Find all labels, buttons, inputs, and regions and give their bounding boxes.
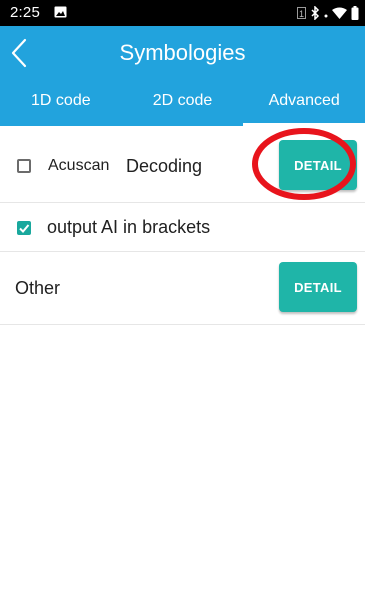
- acuscan-checkbox[interactable]: [17, 159, 31, 173]
- other-label: Other: [15, 278, 61, 298]
- signal-dot-icon: [324, 14, 328, 18]
- wifi-icon: [332, 7, 347, 19]
- tab-2d-code[interactable]: 2D code: [122, 80, 244, 126]
- status-icons: 1: [297, 5, 359, 21]
- output-ai-label: output AI in brackets: [47, 217, 211, 237]
- tab-advanced[interactable]: Advanced: [243, 80, 365, 126]
- tab-bar: 1D code 2D code Advanced: [0, 80, 365, 126]
- page-title: Symbologies: [119, 40, 246, 65]
- setting-row-output-ai: output AI in brackets: [0, 203, 365, 252]
- other-detail-button[interactable]: DETAIL: [279, 262, 357, 312]
- acuscan-detail-button[interactable]: DETAIL: [279, 140, 357, 190]
- status-time: 2:25: [10, 4, 40, 21]
- bluetooth-icon: [311, 6, 320, 20]
- tab-1d-code[interactable]: 1D code: [0, 80, 122, 126]
- sim-icon: 1: [297, 7, 306, 19]
- app-bar: Symbologies: [0, 26, 365, 80]
- image-notification-icon: [54, 6, 67, 18]
- setting-row-acuscan: Acuscan Decoding DETAIL: [0, 130, 365, 203]
- checkmark-icon: [19, 224, 30, 233]
- status-bar: 2:25 1: [0, 0, 365, 26]
- setting-row-other: Other DETAIL: [0, 252, 365, 325]
- acuscan-label: Acuscan: [48, 157, 110, 174]
- battery-icon: [351, 6, 359, 20]
- decoding-label: Decoding: [126, 156, 203, 176]
- output-ai-checkbox[interactable]: [17, 221, 31, 235]
